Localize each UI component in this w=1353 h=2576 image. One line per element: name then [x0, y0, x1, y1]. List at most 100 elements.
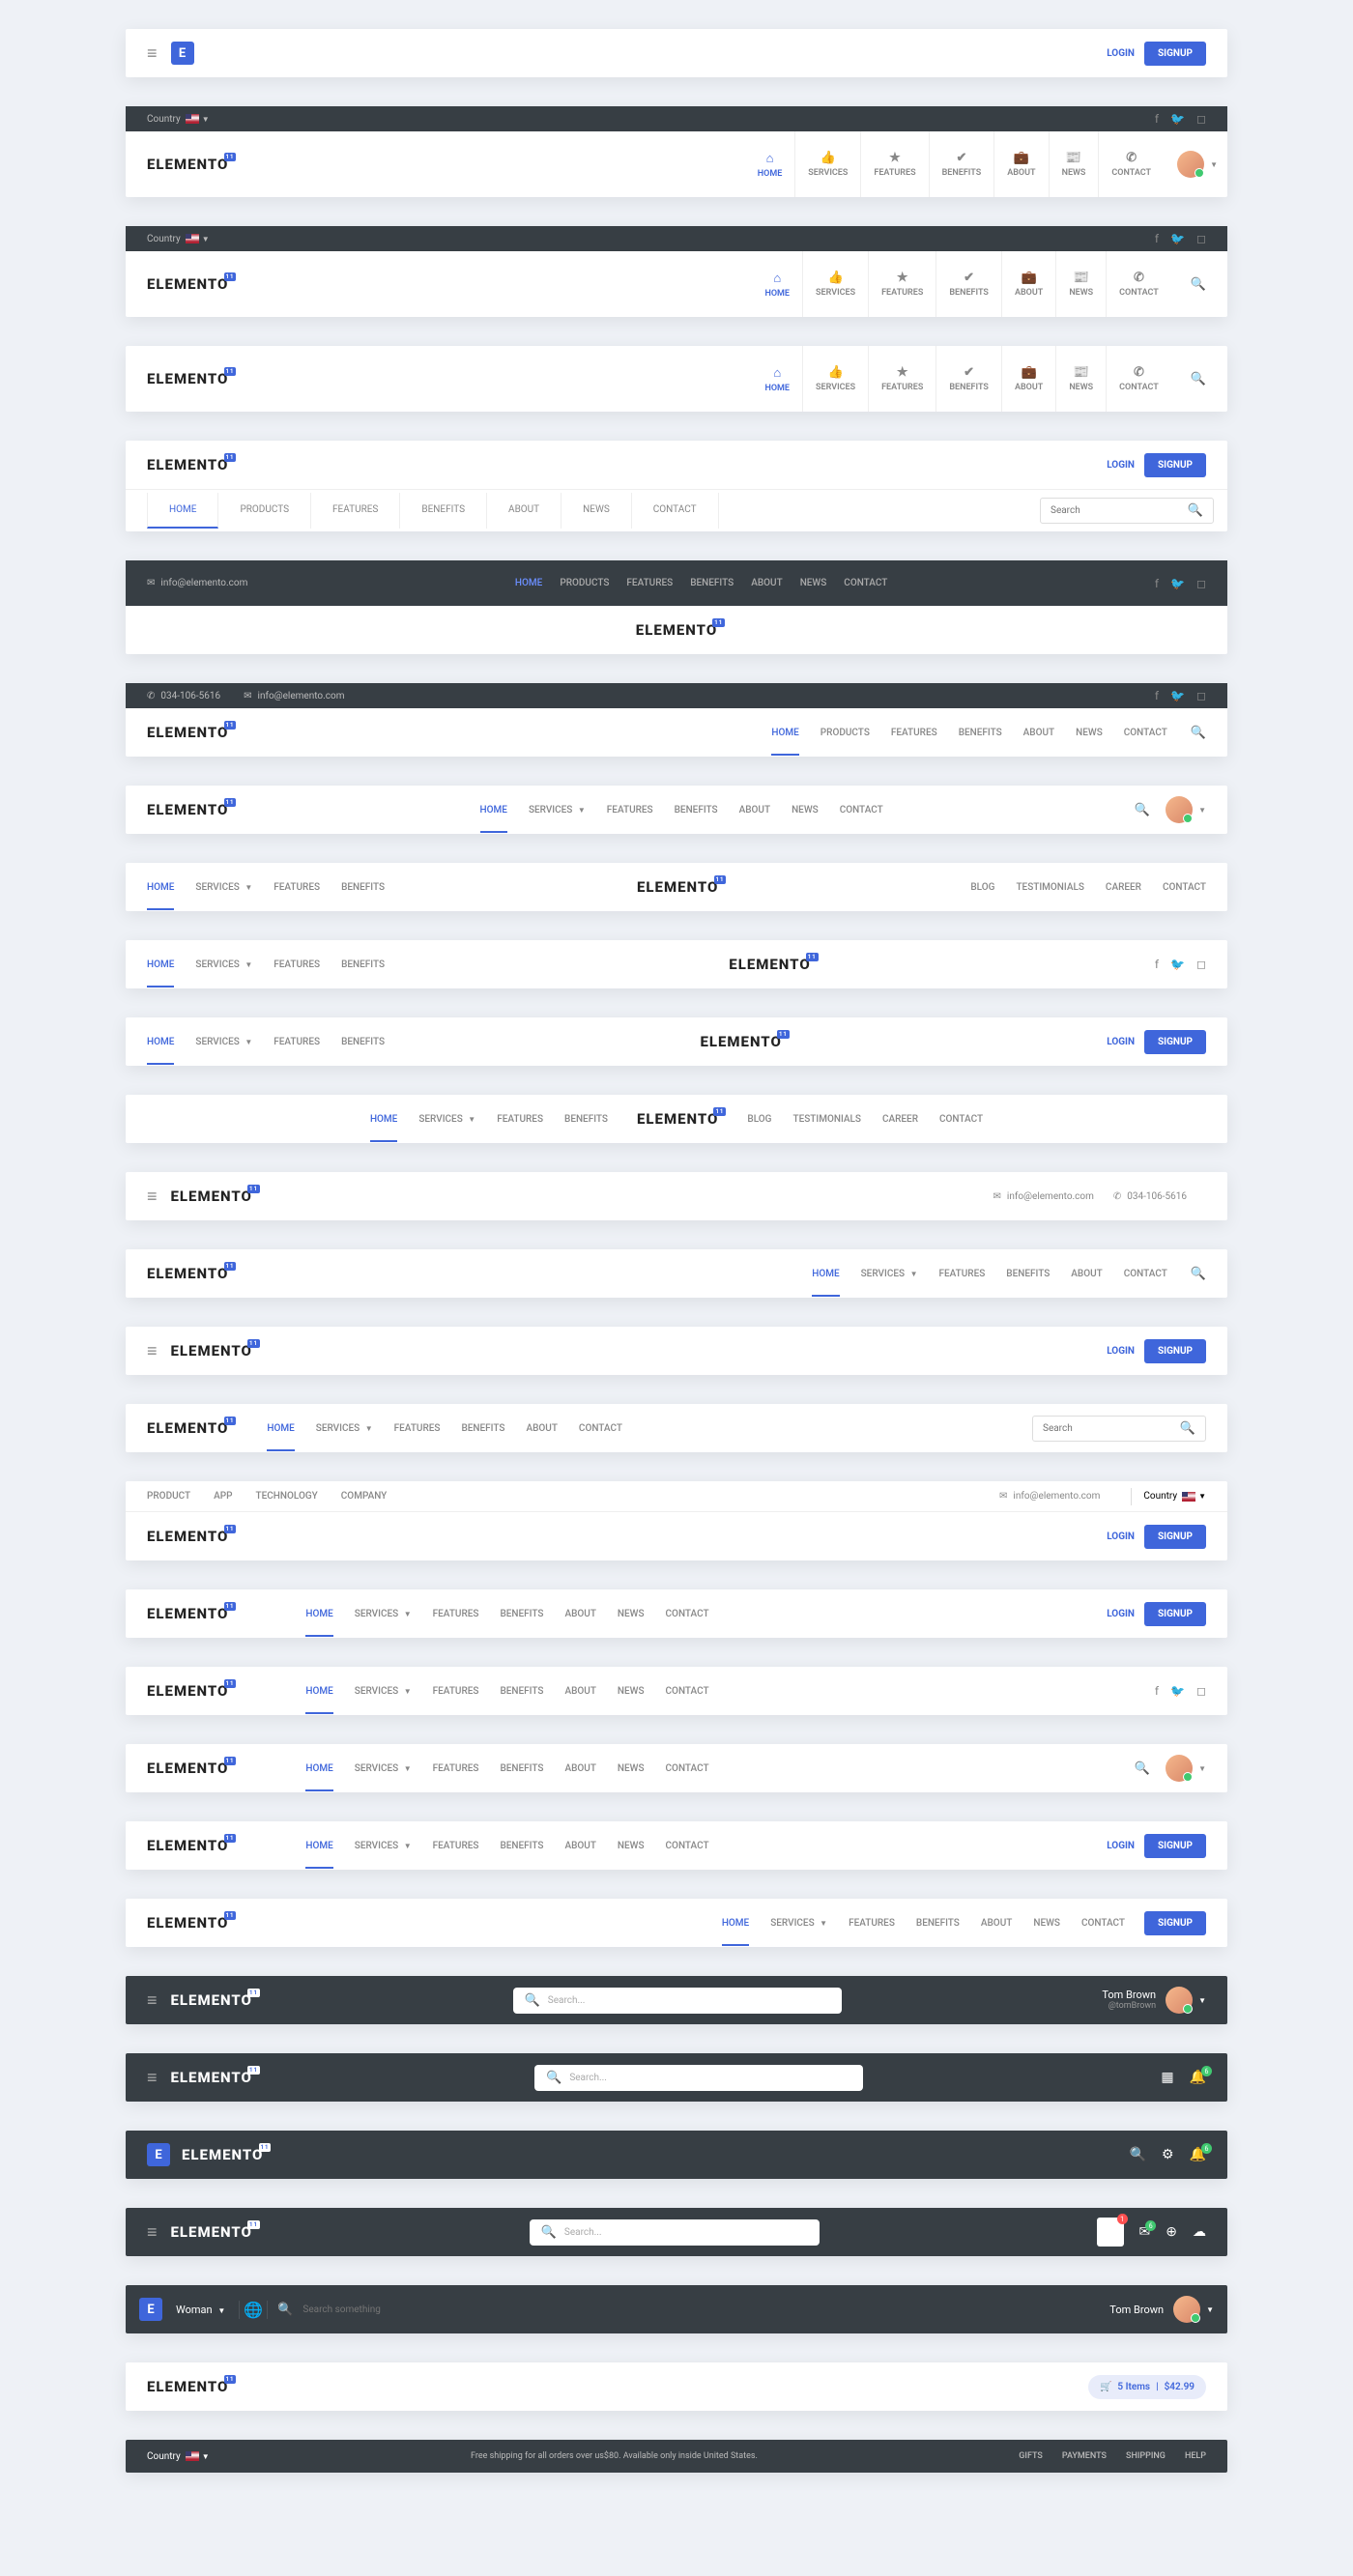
tab-home[interactable]: HOME [147, 493, 218, 529]
avatar[interactable] [1177, 151, 1204, 178]
nav-contact[interactable]: CONTACT [1163, 865, 1206, 910]
nav-benefits[interactable]: BENEFITS [461, 1406, 504, 1451]
search-box[interactable]: 🔍 [1032, 1416, 1206, 1442]
nav-benefits[interactable]: BENEFITS [500, 1823, 543, 1869]
tab-features[interactable]: FEATURES [311, 493, 400, 529]
nav-contact[interactable]: CONTACT [579, 1406, 622, 1451]
login-button[interactable]: LOGIN [1097, 43, 1144, 65]
nav-home[interactable]: HOME [305, 1823, 332, 1869]
nav-services[interactable]: SERVICES ▼ [355, 1746, 412, 1791]
chevron-down-icon[interactable]: ▼ [1206, 2305, 1214, 2314]
facebook-icon[interactable]: f [1155, 232, 1159, 245]
cart-button[interactable]: 🛒 5 Items | $42.99 [1088, 2375, 1206, 2399]
chevron-down-icon[interactable]: ▼ [1210, 160, 1218, 169]
nav-benefits[interactable]: ✔BENEFITS [936, 251, 1001, 317]
avatar[interactable] [1166, 1755, 1193, 1782]
tab-benefits[interactable]: BENEFITS [400, 493, 487, 529]
search-input[interactable] [1043, 1423, 1180, 1434]
nav-services[interactable]: SERVICES ▼ [418, 1097, 475, 1142]
avatar[interactable] [1166, 1987, 1193, 2014]
login-button[interactable]: LOGIN [1097, 1031, 1144, 1053]
signup-button[interactable]: SIGNUP [1144, 1911, 1206, 1935]
search-input[interactable] [302, 2304, 431, 2315]
nav-services[interactable]: SERVICES ▼ [195, 865, 252, 910]
nav-services[interactable]: SERVICES ▼ [861, 1251, 918, 1297]
nav-contact[interactable]: ✆CONTACT [1098, 131, 1164, 197]
nav-home[interactable]: ⌂HOME [752, 251, 802, 317]
nav-about[interactable]: ABOUT [564, 1823, 595, 1869]
nav-technology[interactable]: TECHNOLOGY [256, 1481, 318, 1511]
nav-app[interactable]: APP [214, 1481, 232, 1511]
nav-products[interactable]: PRODUCTS [820, 710, 870, 756]
nav-news[interactable]: 📰NEWS [1055, 251, 1106, 317]
nav-blog[interactable]: BLOG [970, 865, 994, 910]
twitter-icon[interactable]: 🐦 [1170, 112, 1185, 126]
search-input[interactable] [569, 2073, 851, 2083]
search-icon[interactable]: 🔍 [1191, 372, 1206, 386]
globe-icon[interactable]: 🌐 [239, 2301, 268, 2319]
login-button[interactable]: LOGIN [1097, 1603, 1144, 1625]
nav-contact[interactable]: CONTACT [1124, 710, 1167, 756]
login-button[interactable]: LOGIN [1097, 454, 1144, 476]
search-icon[interactable]: 🔍 [1130, 2147, 1146, 2162]
footer-payments[interactable]: PAYMENTS [1062, 2451, 1107, 2461]
login-button[interactable]: LOGIN [1097, 1835, 1144, 1857]
nav-features[interactable]: ★FEATURES [860, 131, 928, 197]
nav-contact[interactable]: CONTACT [844, 560, 887, 606]
nav-home[interactable]: HOME [370, 1097, 397, 1142]
nav-contact[interactable]: CONTACT [666, 1669, 709, 1714]
nav-news[interactable]: NEWS [618, 1669, 645, 1714]
instagram-icon[interactable]: ◻ [1196, 1684, 1206, 1698]
nav-about[interactable]: 💼ABOUT [1001, 251, 1055, 317]
chevron-down-icon[interactable]: ▼ [1198, 1764, 1206, 1773]
nav-services[interactable]: 👍SERVICES [794, 131, 860, 197]
nav-services[interactable]: 👍SERVICES [802, 346, 868, 412]
chevron-down-icon[interactable]: ▼ [1198, 1996, 1206, 2005]
gear-icon[interactable]: ⚙ [1162, 2147, 1174, 2162]
nav-product[interactable]: PRODUCT [147, 1481, 190, 1511]
nav-benefits[interactable]: BENEFITS [564, 1097, 608, 1142]
nav-contact[interactable]: CONTACT [939, 1097, 983, 1142]
menu-icon[interactable]: ≡ [147, 43, 158, 64]
nav-news[interactable]: 📰NEWS [1049, 131, 1099, 197]
nav-services[interactable]: SERVICES ▼ [316, 1406, 373, 1451]
search-input[interactable] [564, 2227, 808, 2238]
facebook-icon[interactable]: f [1155, 577, 1159, 590]
nav-benefits[interactable]: ✔BENEFITS [929, 131, 994, 197]
nav-home[interactable]: HOME [305, 1669, 332, 1714]
nav-products[interactable]: PRODUCTS [560, 560, 609, 606]
nav-news[interactable]: NEWS [618, 1823, 645, 1869]
nav-home[interactable]: HOME [147, 865, 174, 910]
nav-features[interactable]: FEATURES [849, 1901, 895, 1946]
login-button[interactable]: LOGIN [1097, 1340, 1144, 1362]
cloud-icon[interactable]: ☁ [1193, 2224, 1206, 2240]
nav-features[interactable]: FEATURES [433, 1591, 479, 1637]
nav-home[interactable]: HOME [480, 787, 507, 833]
nav-features[interactable]: FEATURES [273, 865, 320, 910]
search-box[interactable]: 🔍 [530, 2219, 820, 2246]
nav-home[interactable]: HOME [305, 1746, 332, 1791]
chevron-down-icon[interactable]: ▼ [202, 235, 210, 243]
nav-features[interactable]: FEATURES [607, 787, 653, 833]
nav-benefits[interactable]: BENEFITS [690, 560, 734, 606]
signup-button[interactable]: SIGNUP [1144, 42, 1206, 66]
menu-icon[interactable]: ≡ [147, 1187, 158, 1207]
search-box[interactable]: 🔍 [534, 2065, 863, 2091]
nav-about[interactable]: ABOUT [526, 1406, 557, 1451]
apps-icon[interactable]: ▦ [1161, 2070, 1173, 2085]
nav-contact[interactable]: CONTACT [666, 1746, 709, 1791]
nav-services[interactable]: 👍SERVICES [802, 251, 868, 317]
nav-features[interactable]: FEATURES [273, 1019, 320, 1065]
nav-services[interactable]: SERVICES ▼ [355, 1669, 412, 1714]
nav-benefits[interactable]: BENEFITS [916, 1901, 960, 1946]
facebook-icon[interactable]: f [1155, 958, 1159, 971]
nav-home[interactable]: ⌂HOME [745, 131, 795, 197]
nav-news[interactable]: NEWS [618, 1746, 645, 1791]
search-input[interactable] [1051, 505, 1188, 516]
search-icon[interactable]: 🔍 [1191, 726, 1206, 740]
nav-about[interactable]: 💼ABOUT [993, 131, 1048, 197]
signup-button[interactable]: SIGNUP [1144, 1602, 1206, 1626]
tab-contact[interactable]: CONTACT [632, 493, 719, 529]
menu-icon[interactable]: ≡ [147, 2068, 158, 2088]
search-input[interactable] [548, 1995, 830, 2006]
